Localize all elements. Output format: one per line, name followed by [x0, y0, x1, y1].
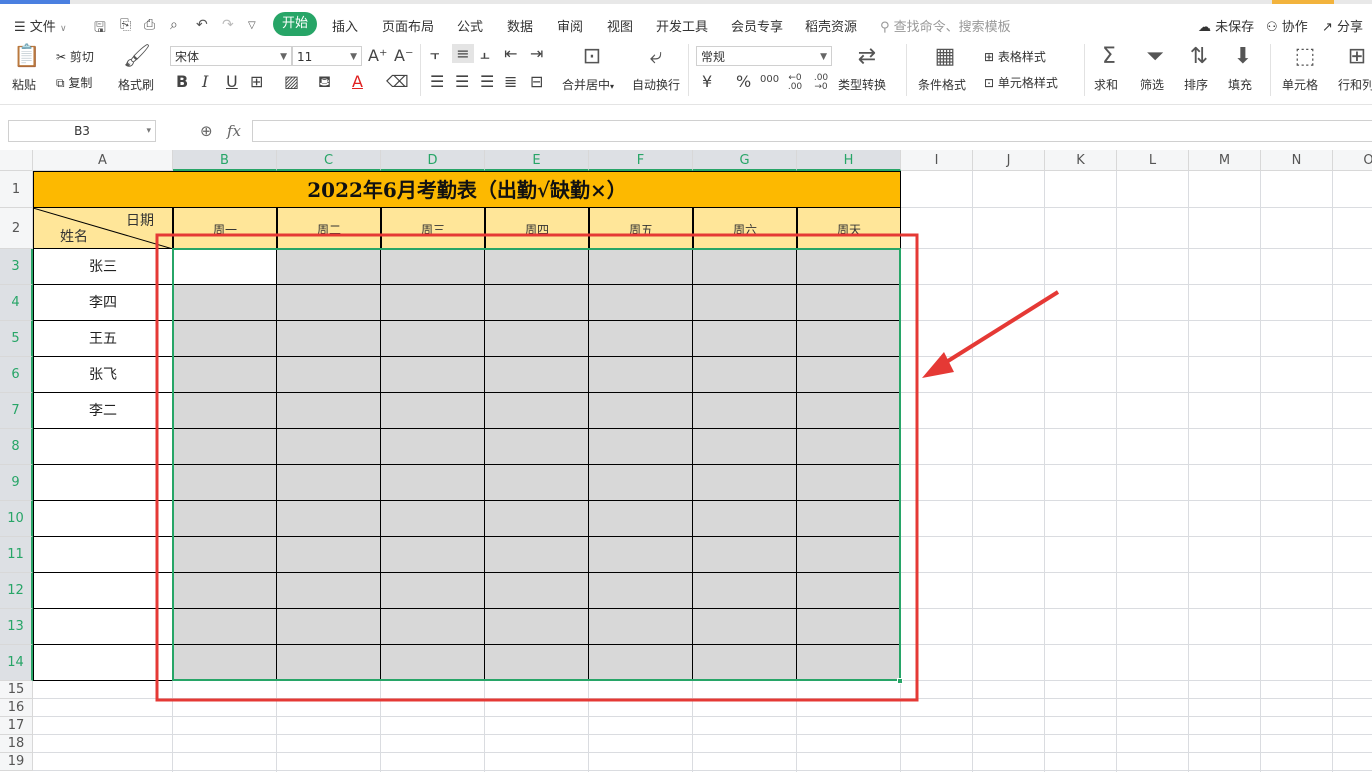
- annotation-layer: [155, 233, 1060, 702]
- red-highlight-box: [155, 233, 919, 702]
- red-arrow-head: [922, 352, 954, 378]
- red-arrow-shaft: [938, 290, 1060, 368]
